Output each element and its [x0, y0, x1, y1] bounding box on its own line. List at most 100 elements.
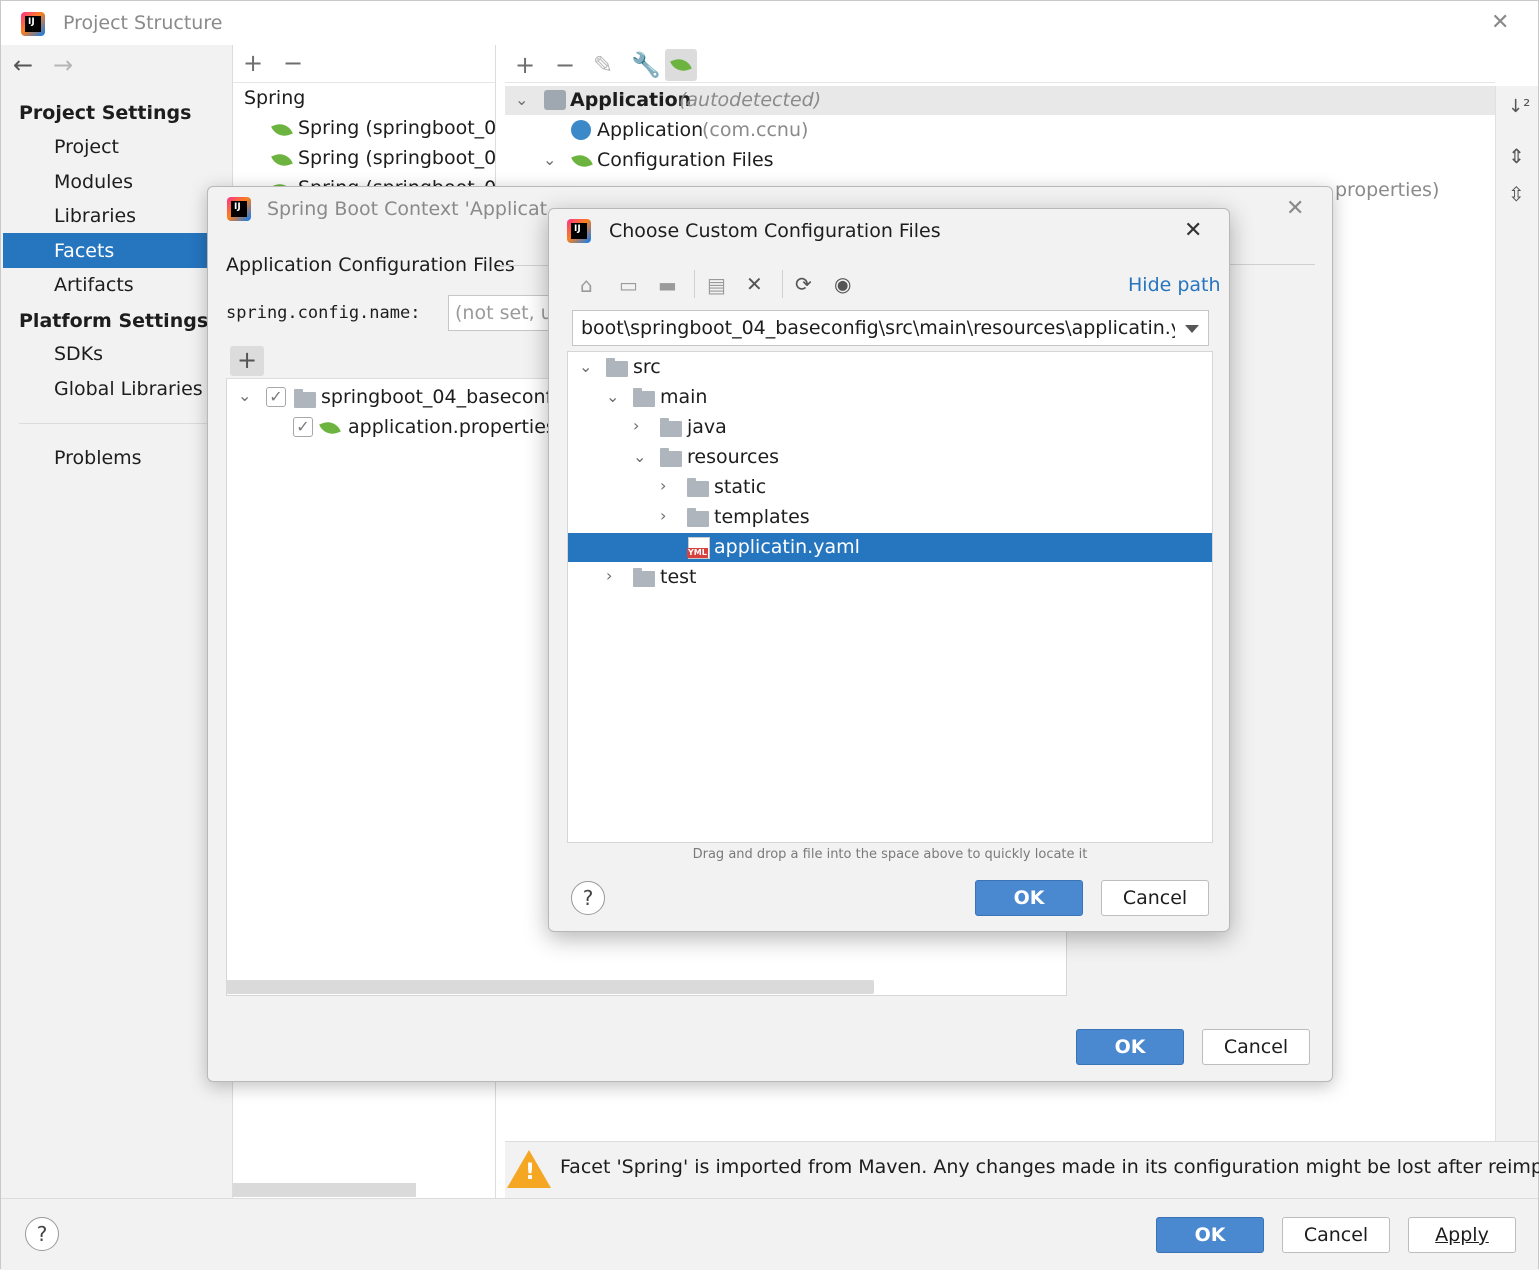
add-context-button[interactable]: + — [515, 53, 535, 77]
intellij-app-icon: IJ — [21, 12, 45, 36]
tree-item-src[interactable]: src — [633, 356, 661, 378]
facet-group-label: Spring — [244, 87, 306, 109]
sidebar-item-problems[interactable]: Problems — [54, 447, 142, 469]
ok-button[interactable]: OK — [1156, 1217, 1264, 1253]
selected-file-row[interactable] — [568, 533, 1212, 562]
context-ok-button[interactable]: OK — [1076, 1029, 1184, 1065]
intellij-app-icon: IJ — [567, 219, 591, 243]
chevron-right-icon[interactable]: › — [660, 506, 666, 525]
help-button[interactable]: ? — [25, 1217, 59, 1251]
detail-side-toolbar: ↓² ⇕ ⇳ — [1495, 86, 1538, 1141]
project-folder-icon[interactable]: ▬ — [658, 275, 677, 295]
intellij-app-icon: IJ — [227, 197, 251, 221]
tree-item-test[interactable]: test — [660, 566, 697, 588]
add-config-file-button[interactable]: + — [230, 346, 264, 376]
spring-boot-toggle-button[interactable] — [665, 49, 697, 81]
close-dialog-icon[interactable]: ✕ — [1286, 198, 1304, 220]
cancel-button[interactable]: Cancel — [1282, 1217, 1390, 1253]
remove-facet-button[interactable]: − — [283, 51, 303, 75]
wrench-settings-icon[interactable]: 🔧 — [631, 53, 661, 77]
close-dialog-icon[interactable]: ✕ — [1184, 220, 1202, 242]
config-tree-scrollbar[interactable] — [226, 980, 874, 994]
hide-path-link[interactable]: Hide path — [1128, 274, 1221, 296]
sidebar-item-modules[interactable]: Modules — [54, 171, 133, 193]
folder-icon — [687, 478, 709, 497]
spring-leaf-icon — [271, 120, 293, 140]
sidebar-item-libraries[interactable]: Libraries — [54, 205, 136, 227]
chevron-down-icon[interactable]: ⌄ — [633, 447, 646, 466]
choose-ok-button[interactable]: OK — [975, 880, 1083, 916]
tree-item-templates[interactable]: templates — [714, 506, 810, 528]
sort-icon[interactable]: ↓² — [1508, 96, 1530, 117]
sidebar-item-artifacts[interactable]: Artifacts — [54, 274, 134, 296]
chevron-right-icon[interactable]: › — [633, 416, 639, 435]
context-app-package: (com.ccnu) — [702, 119, 809, 141]
section-separator — [1230, 264, 1315, 265]
context-cancel-button[interactable]: Cancel — [1202, 1029, 1310, 1065]
window-title: Project Structure — [63, 12, 223, 34]
path-history-dropdown[interactable] — [1175, 310, 1209, 346]
tree-item-main[interactable]: main — [660, 386, 707, 408]
collapse-all-icon[interactable]: ⇳ — [1508, 182, 1525, 206]
apply-button[interactable]: Apply — [1408, 1217, 1516, 1253]
add-facet-button[interactable]: + — [243, 51, 263, 75]
yaml-file-icon: YML — [687, 537, 710, 559]
chevron-right-icon[interactable]: › — [660, 476, 666, 495]
facets-toolbar — [233, 45, 495, 83]
chevron-down-icon[interactable]: ⌄ — [515, 90, 528, 109]
config-name-input[interactable]: (not set, using 'application') — [448, 295, 558, 331]
context-root-suffix: (autodetected) — [679, 89, 822, 111]
folder-icon — [687, 508, 709, 527]
config-files-label: Configuration Files — [597, 149, 774, 171]
path-input[interactable]: boot\springboot_04_baseconfig\src\main\r… — [572, 310, 1176, 346]
sidebar-item-global-libraries[interactable]: Global Libraries — [54, 378, 203, 400]
folder-icon — [633, 388, 655, 407]
module-tree-item[interactable]: springboot_04_baseconfig — [321, 386, 549, 408]
choose-cancel-button[interactable]: Cancel — [1101, 880, 1209, 916]
help-button[interactable]: ? — [571, 881, 605, 915]
folder-icon — [606, 358, 628, 377]
chevron-down-icon[interactable]: ⌄ — [543, 150, 556, 169]
tree-item-static[interactable]: static — [714, 476, 766, 498]
refresh-icon[interactable]: ⟳ — [795, 274, 812, 294]
sidebar-item-facets[interactable]: Facets — [54, 240, 114, 262]
back-arrow-icon[interactable]: ← — [13, 51, 33, 79]
module-folder-icon — [294, 389, 316, 408]
tree-item-resources[interactable]: resources — [687, 446, 779, 468]
expand-all-icon[interactable]: ⇕ — [1508, 144, 1525, 168]
forward-arrow-icon[interactable]: → — [53, 51, 73, 79]
desktop-icon[interactable]: ▭ — [619, 275, 638, 295]
new-folder-icon[interactable]: ▤ — [707, 275, 726, 295]
sidebar-item-sdks[interactable]: SDKs — [54, 343, 103, 365]
chevron-down-icon[interactable]: ⌄ — [579, 357, 592, 376]
chevron-down-icon[interactable]: ⌄ — [238, 386, 251, 405]
module-checkbox[interactable]: ✓ — [266, 387, 286, 407]
file-checkbox[interactable]: ✓ — [293, 417, 313, 437]
toolbar-separator — [694, 270, 695, 298]
config-files-section-label: Application Configuration Files — [226, 254, 515, 276]
window-titlebar: IJ Project Structure ✕ — [1, 1, 1538, 45]
spring-boot-icon — [670, 55, 692, 75]
chevron-down-icon[interactable]: ⌄ — [606, 387, 619, 406]
show-hidden-icon[interactable]: ◉ — [834, 274, 851, 294]
facet-item[interactable]: Spring (springboot_01) — [298, 117, 495, 139]
tree-item-java[interactable]: java — [687, 416, 727, 438]
config-file-path-suffix: properties) — [1335, 179, 1440, 201]
context-app-label: Application — [597, 119, 704, 141]
config-name-label: spring.config.name: — [226, 303, 421, 323]
facets-list-scrollbar[interactable] — [233, 1183, 416, 1197]
remove-context-button[interactable]: − — [555, 53, 575, 77]
context-root-label: Application — [570, 89, 692, 111]
properties-tree-item[interactable]: application.properties (src/main/resourc… — [348, 416, 548, 438]
close-window-icon[interactable]: ✕ — [1491, 12, 1509, 34]
context-dialog-title: Spring Boot Context 'Application' — [267, 198, 547, 220]
folder-icon — [633, 568, 655, 587]
edit-pencil-icon[interactable]: ✎ — [593, 53, 613, 77]
home-icon[interactable]: ⌂ — [580, 275, 593, 295]
tree-item-selected-file[interactable]: applicatin.yaml — [714, 536, 860, 558]
chevron-right-icon[interactable]: › — [606, 566, 612, 585]
sidebar-item-project[interactable]: Project — [54, 136, 119, 158]
facet-item[interactable]: Spring (springboot_02) — [298, 147, 495, 169]
spring-bean-class-icon — [571, 120, 591, 140]
delete-icon[interactable]: ✕ — [746, 274, 763, 294]
